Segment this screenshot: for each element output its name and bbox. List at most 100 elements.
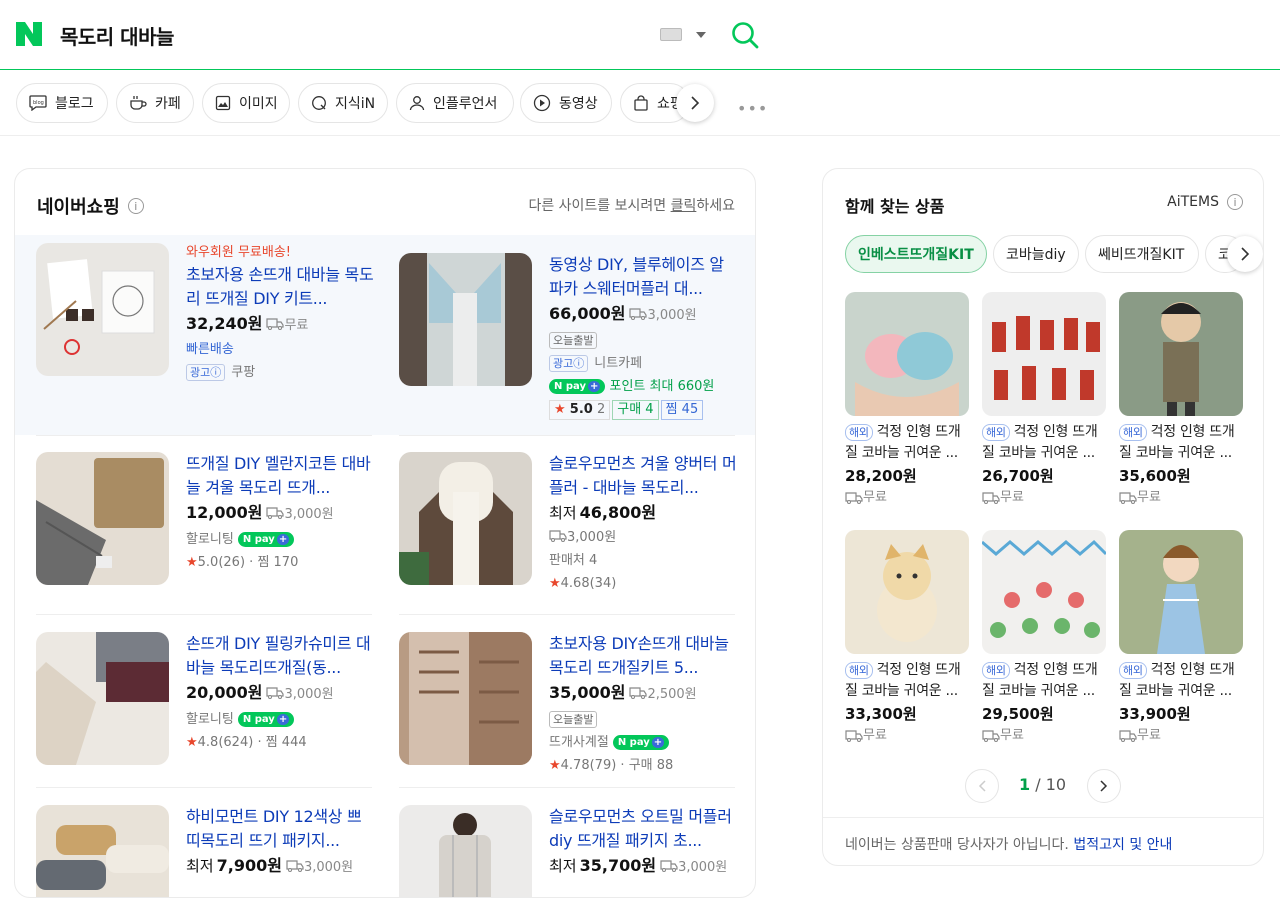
tab-blog[interactable]: blog 블로그 xyxy=(16,83,108,123)
section-title: 네이버쇼핑 i xyxy=(37,193,144,219)
product-thumbnail[interactable] xyxy=(399,253,532,386)
related-item[interactable]: 해외 걱정 인형 뜨개질 코바늘 귀여운 ... 33,300원 무료 xyxy=(845,530,969,746)
item-thumbnail[interactable] xyxy=(1119,292,1243,416)
ad-badge[interactable]: 광고ⓘ xyxy=(549,355,589,372)
item-thumbnail[interactable] xyxy=(982,292,1106,416)
seller-name[interactable]: 할로니팅 xyxy=(186,712,234,727)
product-thumbnail[interactable] xyxy=(36,632,169,765)
search-tabs: blog 블로그 카페 이미지 지식iN 인플루언서 동영상 쇼핑 ••• xyxy=(0,70,1280,136)
product-card[interactable]: 슬로우모먼츠 오트밀 머플러 diy 뜨개질 패키지 초... 최저 35,700… xyxy=(399,805,737,897)
cafe-cup-icon xyxy=(130,96,147,110)
category-chip[interactable]: 코바늘diy xyxy=(993,235,1079,273)
tab-influencer[interactable]: 인플루언서 xyxy=(396,83,514,123)
related-item[interactable]: 해외 걱정 인형 뜨개질 코바늘 귀여운 ... 29,500원 무료 xyxy=(982,530,1106,746)
item-thumbnail[interactable] xyxy=(845,292,969,416)
chevron-left-icon xyxy=(978,780,986,792)
product-title[interactable]: 슬로우모먼츠 겨울 양버터 머플러 - 대바늘 목도리... xyxy=(549,452,737,500)
more-options-icon[interactable]: ••• xyxy=(737,99,768,118)
rating-value: 5.0 xyxy=(569,402,593,417)
delivery-truck-icon xyxy=(266,318,285,330)
product-thumbnail[interactable] xyxy=(399,452,532,585)
item-price: 28,200원 xyxy=(845,467,917,485)
search-query-text[interactable]: 목도리 대바늘 xyxy=(60,21,174,50)
info-icon[interactable]: i xyxy=(127,198,144,214)
product-card[interactable]: 손뜨개 DIY 필링카슈미르 대바늘 목도리뜨개질(동... 20,000원 3,… xyxy=(36,632,372,782)
other-site-link[interactable]: 클릭 xyxy=(671,198,697,214)
keyboard-icon[interactable] xyxy=(660,28,682,41)
related-products-section: 함께 찾는 상품 AiTEMS i 인베스트뜨개질KIT 코바늘diy 쎄비뜨개질… xyxy=(822,168,1264,866)
rating-value: 5.0 xyxy=(197,555,219,570)
related-item[interactable]: 해외 걱정 인형 뜨개질 코바늘 귀여운 ... 28,200원 무료 xyxy=(845,292,969,508)
delivery-truck-icon xyxy=(845,730,863,742)
overseas-badge: 해외 xyxy=(982,424,1010,441)
product-card[interactable]: 하비모먼트 DIY 12색상 쁘띠목도리 뜨기 패키지... 최저 7,900원 3… xyxy=(36,805,374,897)
ad-badge[interactable]: 광고ⓘ xyxy=(186,364,226,381)
delivery-truck-icon xyxy=(266,507,285,519)
product-title[interactable]: 초보자용 손뜨개 대바늘 목도리 뜨개질 DIY 키트... xyxy=(186,263,374,311)
product-card[interactable]: 슬로우모먼츠 겨울 양버터 머플러 - 대바늘 목도리... 최저 46,800원… xyxy=(399,452,737,602)
product-thumbnail[interactable] xyxy=(399,805,532,897)
rating-count: (26) xyxy=(218,555,246,570)
naver-logo-icon[interactable] xyxy=(16,22,42,46)
product-thumbnail[interactable] xyxy=(399,632,532,765)
item-name: 해외 걱정 인형 뜨개질 코바늘 귀여운 ... xyxy=(982,662,1098,699)
product-card[interactable]: 동영상 DIY, 블루헤이즈 알파카 스웨터머플러 대... 66,000원 3,… xyxy=(399,253,735,423)
category-chip[interactable]: 쎄비뜨개질KIT xyxy=(1085,235,1199,273)
delivery-truck-icon xyxy=(549,530,567,542)
item-shipping: 무료 xyxy=(982,488,1106,508)
item-price: 35,600원 xyxy=(1119,467,1191,485)
other-site-note: 다른 사이트를 보시려면 클릭하세요 xyxy=(528,198,735,214)
product-thumbnail[interactable] xyxy=(36,452,169,585)
category-chip-active[interactable]: 인베스트뜨개질KIT xyxy=(845,235,987,273)
npay-badge: N pay + xyxy=(549,379,606,394)
prev-page-button[interactable] xyxy=(965,769,999,803)
star-icon: ★ xyxy=(549,758,561,773)
product-thumbnail[interactable] xyxy=(36,805,169,897)
product-title[interactable]: 초보자용 DIY손뜨개 대바늘목도리 뜨개질키트 5... xyxy=(549,632,737,680)
overseas-badge: 해외 xyxy=(982,662,1010,679)
related-item[interactable]: 해외 걱정 인형 뜨개질 코바늘 귀여운 ... 33,900원 무료 xyxy=(1119,530,1243,746)
product-card[interactable]: 초보자용 DIY손뜨개 대바늘목도리 뜨개질키트 5... 35,000원 2,5… xyxy=(399,632,735,782)
legal-notice-link[interactable]: 법적고지 및 안내 xyxy=(1073,837,1172,853)
tab-label: 동영상 xyxy=(559,96,598,112)
product-card[interactable]: 뜨개질 DIY 멜란지코튼 대바늘 겨울 목도리 뜨개... 12,000원 3,… xyxy=(36,452,372,602)
seller-name[interactable]: 니트카페 xyxy=(594,356,642,371)
product-price: 35,000원 2,500원 xyxy=(549,683,697,702)
product-title[interactable]: 동영상 DIY, 블루헤이즈 알파카 스웨터머플러 대... xyxy=(549,253,737,301)
tab-cafe[interactable]: 카페 xyxy=(116,83,194,123)
item-shipping: 무료 xyxy=(845,726,969,746)
info-icon[interactable]: i xyxy=(1227,194,1243,210)
product-title[interactable]: 뜨개질 DIY 멜란지코튼 대바늘 겨울 목도리 뜨개... xyxy=(186,452,374,500)
product-card[interactable]: 와우회원 무료배송! 초보자용 손뜨개 대바늘 목도리 뜨개질 DIY 키트..… xyxy=(36,243,374,393)
product-price: 최저 35,700원 3,000원 xyxy=(549,856,728,875)
next-page-button[interactable] xyxy=(1087,769,1121,803)
related-item[interactable]: 해외 걱정 인형 뜨개질 코바늘 귀여운 ... 26,700원 무료 xyxy=(982,292,1106,508)
section-title: 함께 찾는 상품 xyxy=(845,197,945,216)
item-thumbnail[interactable] xyxy=(845,530,969,654)
product-title[interactable]: 하비모먼트 DIY 12색상 쁘띠목도리 뜨기 패키지... xyxy=(186,805,374,853)
tabs-next-button[interactable] xyxy=(676,84,714,122)
item-thumbnail[interactable] xyxy=(982,530,1106,654)
promo-text: 와우회원 무료배송! xyxy=(186,245,292,260)
tab-label: 이미지 xyxy=(239,96,278,112)
related-item[interactable]: 해외 걱정 인형 뜨개질 코바늘 귀여운 ... 35,600원 무료 xyxy=(1119,292,1243,508)
seller-name[interactable]: 할로니팅 xyxy=(186,532,234,547)
product-title[interactable]: 손뜨개 DIY 필링카슈미르 대바늘 목도리뜨개질(동... xyxy=(186,632,374,680)
zzim-count: 찜 170 xyxy=(257,555,299,570)
chevron-down-icon[interactable] xyxy=(696,32,706,38)
product-thumbnail[interactable] xyxy=(36,243,169,376)
categories-next-button[interactable] xyxy=(1227,236,1263,272)
rating-count: (34) xyxy=(589,576,617,591)
seller-name[interactable]: 쿠팡 xyxy=(231,365,255,380)
kin-icon xyxy=(312,96,326,110)
item-shipping: 무료 xyxy=(982,726,1106,746)
tab-image[interactable]: 이미지 xyxy=(202,83,290,123)
item-price: 33,900원 xyxy=(1119,705,1191,723)
tab-kin[interactable]: 지식iN xyxy=(298,83,388,123)
product-price: 66,000원 3,000원 xyxy=(549,304,697,323)
product-title[interactable]: 슬로우모먼츠 오트밀 머플러 diy 뜨개질 패키지 초... xyxy=(549,805,737,853)
seller-name[interactable]: 뜨개사계절 xyxy=(549,735,609,750)
tab-video[interactable]: 동영상 xyxy=(520,83,612,123)
item-thumbnail[interactable] xyxy=(1119,530,1243,654)
search-icon[interactable] xyxy=(730,20,760,50)
